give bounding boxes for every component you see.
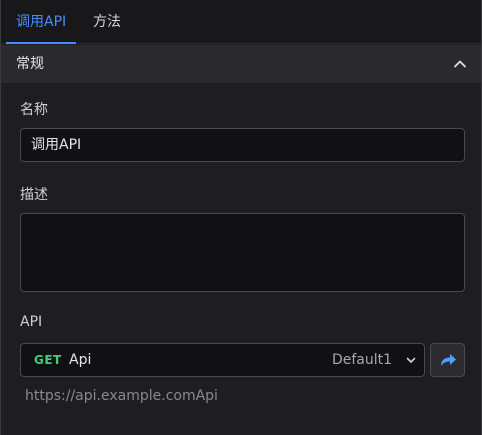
chevron-down-icon: [406, 357, 416, 363]
description-label: 描述: [20, 187, 48, 203]
tab-bar: 调用API 方法: [1, 0, 481, 44]
share-arrow-icon: [441, 354, 456, 366]
http-method-badge: GET: [34, 353, 62, 367]
go-to-api-button[interactable]: [430, 343, 465, 377]
api-name: Api: [69, 352, 92, 368]
name-label: 名称: [20, 102, 48, 118]
api-environment: Default1: [331, 352, 392, 368]
section-title: 常规: [16, 56, 44, 72]
section-general-header[interactable]: 常规: [1, 45, 481, 83]
tab-method[interactable]: 方法: [93, 0, 121, 44]
chevron-up-icon[interactable]: [453, 57, 467, 71]
api-url: https://api.example.comApi: [25, 388, 218, 404]
name-input[interactable]: 调用API: [20, 128, 465, 162]
tab-call-api[interactable]: 调用API: [5, 0, 77, 44]
description-textarea[interactable]: [20, 213, 465, 292]
properties-panel: 调用API 方法 常规 名称 调用API 描述 API GET Api Defa…: [0, 0, 482, 435]
api-select[interactable]: GET Api Default1: [20, 343, 425, 377]
api-label: API: [20, 314, 43, 330]
